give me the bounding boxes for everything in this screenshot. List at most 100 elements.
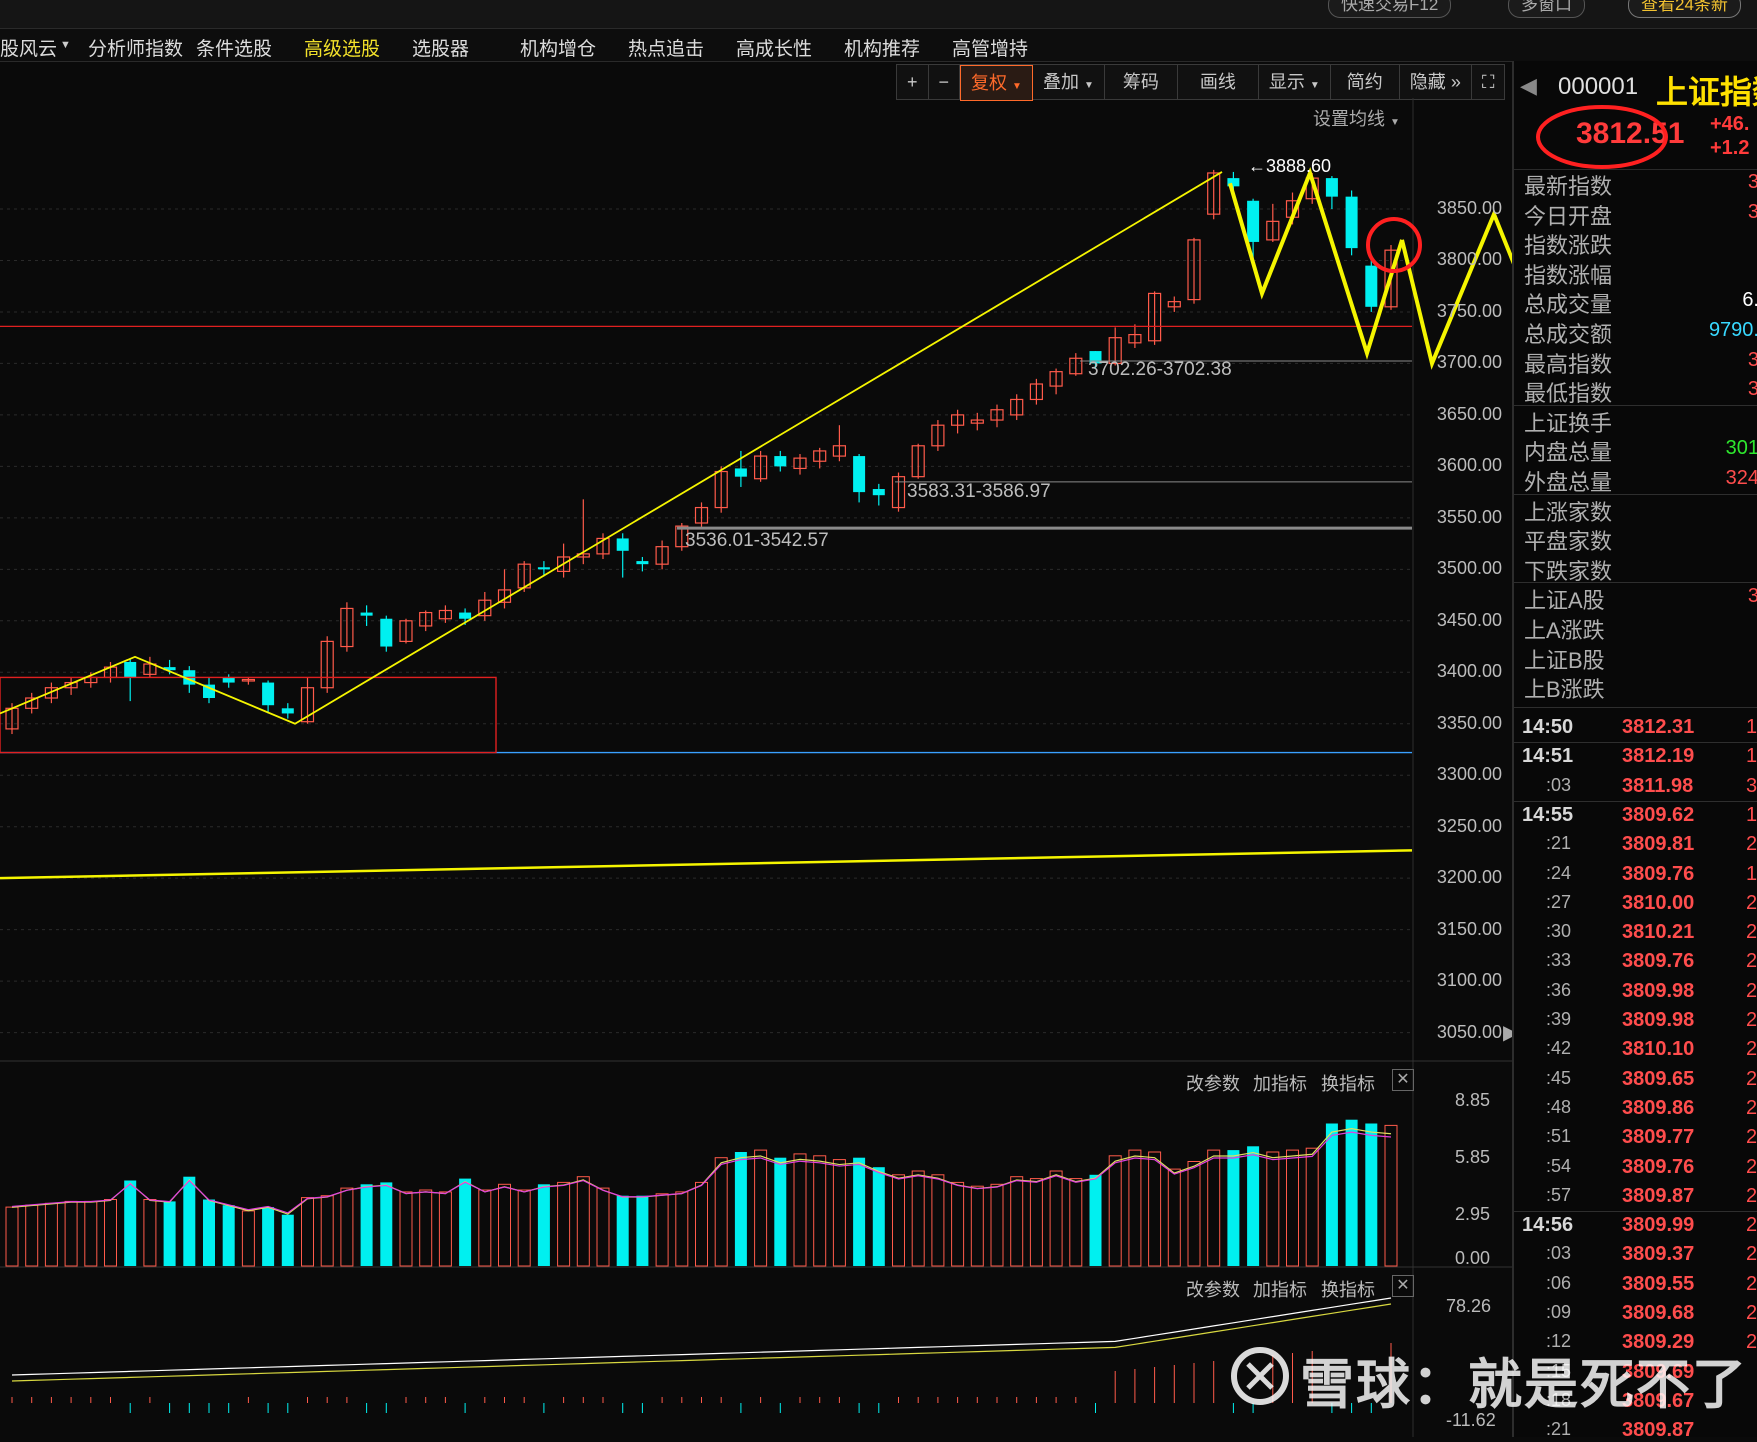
tick-volume: 1	[1746, 862, 1757, 885]
quote-field-value: 9790.	[1708, 319, 1757, 341]
quote-field-value: 6.	[1742, 289, 1757, 312]
candle-body-down	[616, 538, 629, 551]
volume-bar-down	[183, 1176, 196, 1266]
quote-field-label: 上涨家数	[1524, 499, 1613, 525]
quote-change: +46.	[1710, 113, 1750, 135]
vol-axis-3: 2.95	[1455, 1204, 1491, 1224]
close-icon[interactable]: ✕	[1392, 1275, 1414, 1297]
tick-price: 3811.98	[1622, 774, 1694, 797]
quote-change-pct: +1.2	[1710, 137, 1750, 159]
menu-item-advanced[interactable]: 高级选股	[304, 34, 380, 61]
hide-label: 隐藏	[1409, 72, 1446, 92]
tick-price: 3810.21	[1622, 921, 1695, 944]
vol-change-indicator[interactable]: 换指标	[1321, 1070, 1375, 1096]
candle-body-down	[734, 468, 747, 477]
trend-line	[0, 171, 1223, 725]
vol-axis-1: 8.85	[1455, 1090, 1491, 1110]
kline-chart-area[interactable]	[0, 98, 1512, 1437]
price-highlight-circle	[1536, 105, 1668, 169]
menu-item-analyst-index[interactable]: 分析师指数	[88, 34, 183, 61]
overlay-dropdown[interactable]: 叠加 ▼	[1033, 65, 1105, 99]
news-label: 查看24条新	[1641, 0, 1728, 14]
candle-body-down	[124, 661, 137, 678]
candle-body-down	[222, 677, 235, 683]
divider	[1514, 800, 1757, 802]
tick-price: 3809.76	[1622, 862, 1695, 885]
quote-field-label: 平盘家数	[1524, 529, 1613, 555]
volume-bar-up	[970, 1185, 984, 1267]
tick-time: :45	[1546, 1067, 1572, 1088]
zoom-in-button[interactable]: +	[897, 65, 929, 99]
menu-item-condition[interactable]: 条件选股	[196, 34, 272, 61]
volume-bar-down	[1345, 1119, 1358, 1266]
draw-button[interactable]: 画线	[1178, 65, 1259, 99]
close-icon[interactable]: ✕	[1392, 1069, 1414, 1091]
osc-change-indicator[interactable]: 换指标	[1321, 1276, 1375, 1302]
menu-item-screener[interactable]: 选股器	[412, 34, 469, 61]
menu-item-growth[interactable]: 高成长性	[736, 34, 812, 61]
chevron-down-icon: ▼	[1012, 81, 1022, 92]
volume-bar-up	[675, 1191, 689, 1267]
fullscreen-icon[interactable]: ⛶	[1472, 65, 1505, 99]
price-axis-tick: 3400.00	[1436, 661, 1502, 682]
quick-trade-button[interactable]: 快速交易F12	[1328, 0, 1452, 18]
volume-bar-down	[1325, 1123, 1338, 1266]
price-axis-tick: 3500.00	[1436, 558, 1502, 579]
display-label: 显示	[1268, 72, 1305, 92]
prev-arrow-icon[interactable]: ◀	[1520, 73, 1537, 99]
fuquan-dropdown[interactable]: 复权 ▼	[960, 65, 1033, 101]
tick-price: 3809.37	[1622, 1243, 1695, 1266]
tick-time: :39	[1546, 1009, 1572, 1029]
volume-bar-up	[419, 1189, 433, 1267]
chips-button[interactable]: 筹码	[1105, 65, 1178, 99]
volume-bar-down	[163, 1201, 176, 1266]
quote-field-label: 最新指数	[1524, 174, 1613, 199]
volume-bar-up	[1167, 1168, 1181, 1267]
volume-bars	[5, 1119, 1398, 1413]
tick-time: :30	[1546, 921, 1572, 942]
simple-button[interactable]: 简约	[1331, 65, 1400, 99]
vol-add-indicator[interactable]: 加指标	[1253, 1070, 1307, 1096]
tick-time: :57	[1546, 1184, 1572, 1205]
candle-body-down	[853, 456, 866, 493]
volume-bar-down	[1089, 1174, 1102, 1266]
volume-bar-up	[951, 1181, 965, 1267]
menu-item-inst-rec[interactable]: 机构推荐	[844, 34, 920, 61]
vol-edit-params[interactable]: 改参数	[1186, 1070, 1240, 1096]
tick-volume: 2	[1746, 1038, 1757, 1061]
long-trend-line	[0, 849, 1413, 880]
zoom-out-button[interactable]: −	[929, 65, 961, 99]
candle-body-down	[1247, 200, 1260, 242]
volume-bar-up	[557, 1181, 571, 1267]
high-price-value: 3888.60	[1266, 156, 1332, 176]
menu-item-inst-add[interactable]: 机构增仓	[520, 34, 596, 61]
set-ma-label: 设置均线	[1313, 109, 1385, 129]
osc-edit-params[interactable]: 改参数	[1186, 1276, 1240, 1302]
quote-field-label: 上A涨跌	[1524, 618, 1605, 643]
tick-volume: 1	[1746, 745, 1757, 768]
gap-label-1: 3702.26-3702.38	[1088, 359, 1232, 380]
set-ma-button[interactable]: 设置均线 ▼	[1313, 105, 1400, 131]
price-axis-tick: 3150.00	[1436, 918, 1502, 939]
chevron-down-icon: ▼	[60, 39, 71, 51]
menu-item-exec-add[interactable]: 高管增持	[952, 34, 1028, 61]
volume-bar-down	[262, 1207, 275, 1266]
volume-bar-down	[872, 1167, 885, 1266]
news-button[interactable]: 查看24条新	[1628, 0, 1741, 18]
hide-button[interactable]: 隐藏 »	[1400, 65, 1472, 99]
tick-price: 3809.81	[1622, 833, 1695, 856]
volume-bar-up	[911, 1170, 925, 1267]
price-axis-tick: 3350.00	[1436, 712, 1502, 733]
quote-field-value: 3	[1747, 378, 1757, 401]
multi-window-button[interactable]: 多窗口	[1508, 0, 1585, 18]
display-dropdown[interactable]: 显示 ▼	[1259, 65, 1331, 99]
tick-price: 3809.76	[1622, 1155, 1695, 1178]
volume-bar-up	[104, 1199, 117, 1267]
menu-item-hotspot[interactable]: 热点追击	[628, 34, 704, 61]
osc-add-indicator[interactable]: 加指标	[1253, 1276, 1307, 1302]
volume-bar-up	[754, 1149, 768, 1267]
tick-volume: 2	[1746, 1302, 1757, 1324]
menu-item-guf[interactable]: 股风云	[0, 34, 57, 61]
volume-bar-up	[931, 1174, 945, 1267]
quote-field-value: 324	[1725, 467, 1757, 489]
